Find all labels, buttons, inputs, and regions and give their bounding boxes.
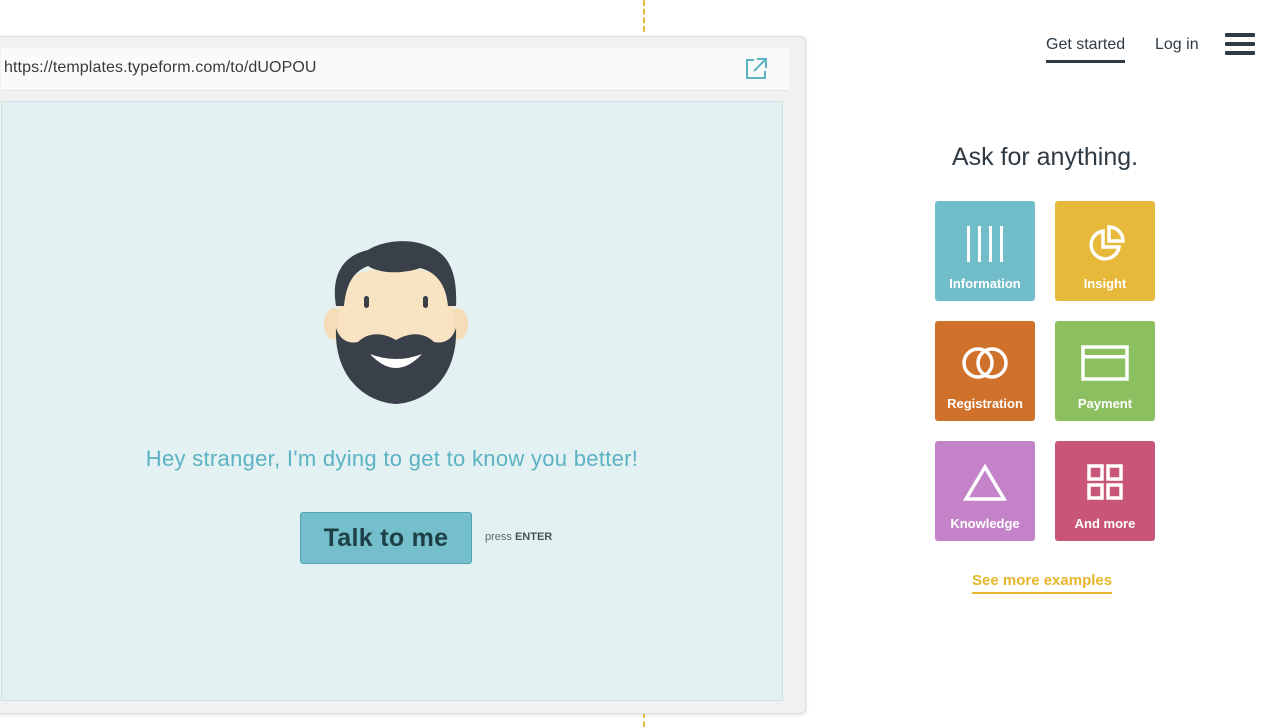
press-key: ENTER [514, 531, 553, 543]
press-label: press [485, 531, 512, 543]
tile-label: Registration [947, 396, 1023, 411]
tile-label: Knowledge [950, 516, 1020, 531]
external-link-icon[interactable] [743, 56, 769, 82]
tile-and-more[interactable]: And more [1055, 441, 1155, 541]
tile-label: Payment [1077, 396, 1133, 411]
rings-icon [962, 347, 1008, 379]
tile-label: Information [949, 276, 1021, 291]
form-preview: Hey stranger, I'm dying to get to know y… [1, 101, 783, 701]
tile-label: Insight [1083, 276, 1127, 291]
form-greeting: Hey stranger, I'm dying to get to know y… [145, 446, 639, 471]
login-link[interactable]: Log in [1155, 36, 1199, 54]
press-enter-hint: press ENTER [485, 531, 552, 543]
get-started-link[interactable]: Get started [1046, 36, 1126, 63]
url-text: https://templates.typeform.com/to/dUOPOU [4, 59, 317, 76]
browser-mockup: https://templates.typeform.com/to/dUOPOU… [0, 36, 806, 714]
divider-top [643, 0, 645, 32]
tile-information[interactable]: Information [935, 201, 1035, 301]
talk-to-me-button[interactable]: Talk to me [300, 512, 472, 564]
tagline: Ask for anything. [951, 143, 1139, 171]
pie-chart-icon [1089, 225, 1125, 261]
address-bar[interactable]: https://templates.typeform.com/to/dUOPOU [1, 48, 789, 91]
bars-icon [967, 226, 1003, 262]
tile-registration[interactable]: Registration [935, 321, 1035, 421]
tile-label: And more [1074, 516, 1136, 531]
bearded-man-avatar [324, 241, 468, 404]
tile-payment[interactable]: Payment [1055, 321, 1155, 421]
tile-knowledge[interactable]: Knowledge [935, 441, 1035, 541]
card-icon [1081, 345, 1129, 381]
tile-insight[interactable]: Insight [1055, 201, 1155, 301]
divider-bottom [643, 712, 645, 727]
grid-icon [1087, 464, 1123, 500]
see-more-examples-link[interactable]: See more examples [972, 572, 1113, 594]
hamburger-menu-icon[interactable] [1225, 33, 1255, 59]
triangle-icon [962, 463, 1008, 501]
